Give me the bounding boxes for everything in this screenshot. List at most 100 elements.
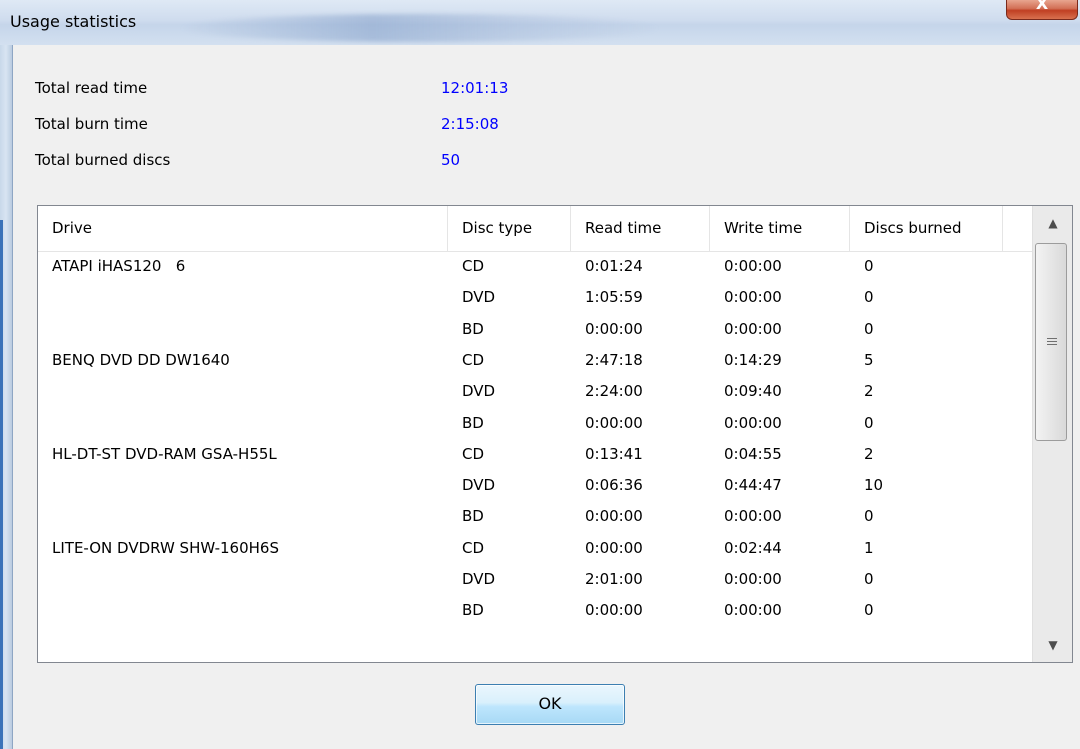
cell-read-time: 0:00:00	[585, 319, 643, 338]
cell-drive	[38, 501, 448, 532]
total-burned-discs-value: 50	[441, 151, 461, 169]
ok-button[interactable]: OK	[475, 684, 625, 725]
cell-drive: HL-DT-ST DVD-RAM GSA-H55L	[52, 444, 277, 463]
cell-drive	[38, 470, 448, 501]
cell-write-time: 0:00:00	[724, 570, 782, 588]
scroll-up-icon[interactable]: ▲	[1033, 206, 1072, 240]
table-row[interactable]: BD 0:00:00 0:00:00 0	[38, 314, 1032, 345]
cell-write-time: 0:02:44	[724, 538, 782, 557]
dialog-body: Total read time 12:01:13 Total burn time…	[12, 45, 1080, 749]
total-burn-time-value: 2:15:08	[441, 115, 499, 133]
cell-write-time: 0:00:00	[724, 257, 782, 275]
cell-disc-type: DVD	[462, 570, 496, 588]
cell-read-time: 0:13:41	[585, 444, 643, 463]
cell-disc-type: CD	[462, 350, 485, 369]
column-header-drive[interactable]: Drive	[38, 206, 448, 251]
cell-disc-type: CD	[462, 538, 485, 557]
cell-discs-burned: 5	[864, 350, 874, 369]
cell-write-time: 0:00:00	[724, 319, 782, 338]
column-header-write-time[interactable]: Write time	[710, 206, 850, 251]
total-read-time-label: Total read time	[35, 79, 148, 97]
grip-line	[1047, 341, 1057, 342]
cell-disc-type: DVD	[462, 382, 496, 401]
total-read-time-value: 12:01:13	[441, 79, 509, 97]
table-row[interactable]: DVD 0:06:36 0:44:47 10	[38, 470, 1032, 501]
cell-disc-type: DVD	[462, 476, 496, 495]
cell-write-time: 0:00:00	[724, 507, 782, 526]
cell-discs-burned: 0	[864, 413, 874, 432]
cell-drive	[38, 564, 448, 595]
close-button[interactable]: X	[1006, 0, 1078, 20]
cell-read-time: 0:01:24	[585, 257, 643, 275]
cell-drive	[38, 314, 448, 345]
table-row[interactable]: DVD 1:05:59 0:00:00 0	[38, 282, 1032, 313]
cell-read-time: 0:00:00	[585, 601, 643, 620]
cell-discs-burned: 0	[864, 601, 874, 620]
cell-write-time: 0:04:55	[724, 444, 782, 463]
column-header-disc-type[interactable]: Disc type	[448, 206, 571, 251]
cell-write-time: 0:09:40	[724, 382, 782, 401]
window-frame-edge	[0, 220, 3, 749]
table-row[interactable]: BD 0:00:00 0:00:00 0	[38, 408, 1032, 439]
cell-drive	[38, 282, 448, 313]
table-row[interactable]: DVD 2:01:00 0:00:00 0	[38, 564, 1032, 595]
cell-disc-type: CD	[462, 257, 485, 275]
cell-read-time: 2:01:00	[585, 570, 643, 588]
column-header-discs-burned[interactable]: Discs burned	[850, 206, 1003, 251]
cell-read-time: 0:00:00	[585, 538, 643, 557]
window-title: Usage statistics	[10, 12, 137, 31]
title-bar: Usage statistics X	[0, 0, 1080, 45]
total-burned-discs-label: Total burned discs	[35, 151, 171, 169]
list-header: Drive Disc type Read time Write time Dis…	[38, 206, 1032, 252]
cell-discs-burned: 0	[864, 507, 874, 526]
scroll-down-icon[interactable]: ▼	[1033, 628, 1072, 662]
cell-read-time: 1:05:59	[585, 288, 643, 307]
cell-write-time: 0:00:00	[724, 601, 782, 620]
cell-drive	[38, 376, 448, 407]
vertical-scrollbar[interactable]: ▲ ▼	[1032, 206, 1072, 662]
cell-discs-burned: 0	[864, 288, 874, 307]
cell-read-time: 0:06:36	[585, 476, 643, 495]
cell-discs-burned: 10	[864, 476, 884, 495]
table-row[interactable]: BD 0:00:00 0:00:00 0	[38, 595, 1032, 626]
cell-drive	[38, 595, 448, 626]
cell-read-time: 0:00:00	[585, 413, 643, 432]
cell-drive	[38, 408, 448, 439]
cell-disc-type: BD	[462, 507, 484, 526]
cell-read-time: 2:47:18	[585, 350, 643, 369]
cell-discs-burned: 0	[864, 319, 874, 338]
cell-disc-type: BD	[462, 413, 484, 432]
grip-line	[1047, 338, 1057, 339]
cell-write-time: 0:00:00	[724, 288, 782, 307]
table-row[interactable]: LITE-ON DVDRW SHW-160H6S CD 0:00:00 0:02:44…	[38, 533, 1032, 564]
title-bar-glare	[180, 14, 660, 42]
grip-line	[1047, 344, 1057, 345]
cell-discs-burned: 0	[864, 257, 874, 275]
cell-read-time: 0:00:00	[585, 507, 643, 526]
cell-discs-burned: 2	[864, 382, 874, 401]
close-icon: X	[1035, 0, 1049, 13]
cell-write-time: 0:14:29	[724, 350, 782, 369]
cell-discs-burned: 0	[864, 570, 874, 588]
table-row[interactable]: BD 0:00:00 0:00:00 0	[38, 501, 1032, 532]
usage-statistics-dialog: Usage statistics X Total read time 12:01…	[0, 0, 1080, 749]
drive-statistics-list[interactable]: Drive Disc type Read time Write time Dis…	[37, 205, 1073, 663]
table-row[interactable]: DVD 2:24:00 0:09:40 2	[38, 376, 1032, 407]
table-row[interactable]: HL-DT-ST DVD-RAM GSA-H55L CD 0:13:41 0:04:5…	[38, 439, 1032, 470]
column-header-read-time[interactable]: Read time	[571, 206, 710, 251]
cell-write-time: 0:00:00	[724, 413, 782, 432]
cell-disc-type: CD	[462, 444, 485, 463]
scrollbar-thumb[interactable]	[1035, 243, 1067, 441]
cell-disc-type: DVD	[462, 288, 496, 307]
total-burn-time-label: Total burn time	[35, 115, 148, 133]
cell-disc-type: BD	[462, 319, 484, 338]
cell-read-time: 2:24:00	[585, 382, 643, 401]
cell-drive: BENQ DVD DD DW1640	[52, 350, 230, 369]
cell-discs-burned: 2	[864, 444, 874, 463]
cell-write-time: 0:44:47	[724, 476, 782, 495]
cell-discs-burned: 1	[864, 538, 874, 557]
table-row[interactable]: BENQ DVD DD DW1640 CD 2:47:18 0:14:29 5	[38, 345, 1032, 376]
cell-drive: LITE-ON DVDRW SHW-160H6S	[52, 538, 279, 557]
cell-drive: ATAPI iHAS120 6	[52, 257, 186, 275]
table-row[interactable]: ATAPI iHAS120 6 CD 0:01:24 0:00:00 0	[38, 251, 1032, 282]
